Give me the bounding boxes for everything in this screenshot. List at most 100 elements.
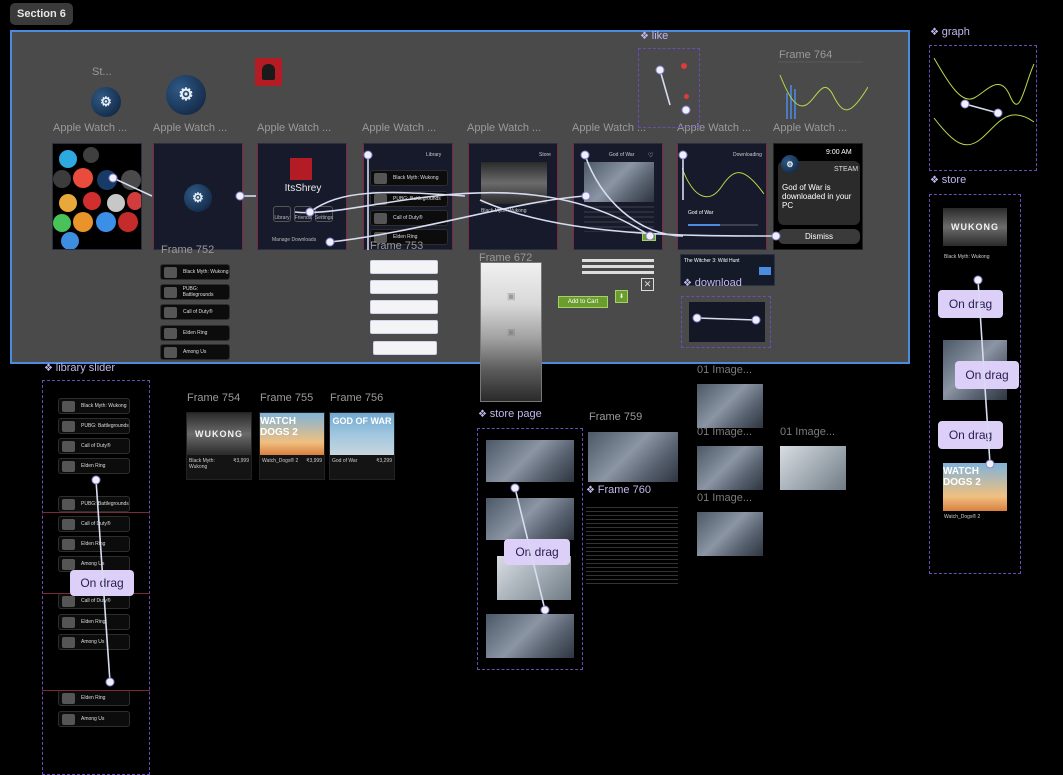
app-icon-6: [53, 214, 71, 232]
dismiss-button[interactable]: Dismiss: [778, 229, 860, 244]
slider-list-item[interactable]: Among Us: [58, 634, 130, 650]
game-icon: [374, 193, 387, 205]
on-drag-label[interactable]: On drag: [504, 539, 570, 565]
add-to-cart-button[interactable]: Add to Cart: [558, 296, 608, 308]
like-component[interactable]: [638, 48, 700, 128]
slider-item-label: Elden Ring: [81, 463, 106, 469]
graph-preview-svg: [778, 61, 869, 119]
witcher-action-button[interactable]: [759, 267, 771, 275]
friends-button[interactable]: Friends: [294, 206, 312, 222]
slider-item-label: Elden Ring: [81, 541, 106, 547]
store-hero-image[interactable]: [481, 162, 547, 204]
frame-752-label: Frame 752: [161, 244, 215, 256]
watch-label-3: Apple Watch ...: [257, 122, 332, 134]
slider-item-label: PUBG: Battlegrounds: [81, 423, 129, 429]
image-label-2: 01 Image...: [697, 426, 753, 438]
download-component-label: download: [683, 277, 742, 289]
frame-760-text: [586, 504, 678, 586]
notification-screen[interactable]: 9:00 AM ⚙ STEAM God of War is downloaded…: [773, 143, 863, 250]
image-thumb-2: [697, 446, 763, 490]
image-label-3: 01 Image...: [780, 426, 836, 438]
slider-list-item[interactable]: PUBG: Battlegrounds: [58, 496, 130, 512]
library-item-label: Black Myth: Wukong: [393, 175, 439, 181]
game-card[interactable]: WATCH DOGS 2 Watch_Dogs® 2 ₹3,999: [259, 412, 325, 480]
slider-item-label: Elden Ring: [81, 619, 106, 625]
slider-list-item[interactable]: Elden Ring: [58, 690, 130, 706]
slider-list-item[interactable]: Elden Ring: [58, 536, 130, 552]
st-label: St...: [92, 66, 112, 78]
library-button[interactable]: Library: [273, 206, 291, 222]
download-game: God of War: [688, 210, 714, 216]
app-icon-3: [83, 192, 101, 210]
slider-list-item[interactable]: Call of Duty®: [58, 516, 130, 532]
game-icon: [374, 172, 387, 184]
slider-list-item[interactable]: Black Myth: Wukong: [58, 398, 130, 414]
detail-hero-image: [584, 162, 654, 202]
manage-downloads-link[interactable]: Manage Downloads: [272, 237, 316, 243]
library-item[interactable]: Call of Duty®: [370, 210, 448, 226]
on-drag-label[interactable]: On drag: [70, 570, 134, 596]
profile-screen[interactable]: ItsShrey Library Friends Settings Manage…: [257, 143, 347, 250]
library-item-label: PUBG: Battlegrounds: [393, 196, 441, 202]
frame752-item[interactable]: Among Us: [160, 344, 230, 360]
game-icon: [164, 306, 177, 318]
game-card[interactable]: GOD OF WAR God of War ₹3,299: [329, 412, 395, 480]
game-icon: [164, 346, 177, 358]
witcher-title: The Witcher 3: Wild Hunt: [684, 258, 740, 264]
frame752-item[interactable]: Call of Duty®: [160, 304, 230, 320]
frame752-item[interactable]: PUBG: Battlegrounds: [160, 284, 230, 300]
slider-list-item[interactable]: PUBG: Battlegrounds: [58, 418, 130, 434]
notification-card: ⚙ STEAM God of War is downloaded in your…: [778, 155, 860, 225]
frame752-item-label: Elden Ring: [183, 330, 208, 336]
slider-item-label: Among Us: [81, 561, 105, 567]
on-drag-label[interactable]: On drag: [955, 361, 1019, 389]
slider-list-item[interactable]: Call of Duty®: [58, 438, 130, 454]
watch-home-screen[interactable]: [52, 143, 142, 250]
store-screen[interactable]: Store Black Myth: Wukong: [468, 143, 558, 250]
download-mini-button[interactable]: ⬇: [615, 290, 628, 303]
frame-759-label: Frame 759: [589, 411, 643, 423]
game-detail-screen[interactable]: God of War ♡: [573, 143, 663, 250]
download-screen[interactable]: Downloading God of War: [677, 143, 767, 250]
on-drag-label[interactable]: On drag: [938, 290, 1003, 318]
game-card-title: Black Myth: Wukong: [189, 458, 215, 470]
game-card[interactable]: WUKONG Black Myth: Wukong ₹3,999: [186, 412, 252, 480]
game-card-image: WATCH DOGS 2: [260, 413, 324, 455]
library-item[interactable]: PUBG: Battlegrounds: [370, 191, 448, 207]
like-icon[interactable]: ♡: [648, 152, 653, 159]
like-component-label: like: [640, 30, 669, 42]
slider-list-item[interactable]: Among Us: [58, 711, 130, 727]
library-screen[interactable]: Library Black Myth: Wukong PUBG: Battleg…: [363, 143, 453, 250]
divider: [42, 690, 150, 691]
slider-list-item[interactable]: Elden Ring: [58, 614, 130, 630]
image-thumb-1: [697, 384, 763, 428]
cart-mini-button[interactable]: [642, 233, 656, 241]
game-icon: [62, 713, 75, 725]
slider-list-item[interactable]: Elden Ring: [58, 458, 130, 474]
settings-button[interactable]: Settings: [315, 206, 333, 222]
game-icon: [62, 692, 75, 704]
on-drag-label[interactable]: On drag: [938, 421, 1003, 449]
game-icon: [62, 460, 75, 472]
profile-name: ItsShrey: [284, 183, 322, 194]
app-icon-7: [73, 212, 93, 232]
slider-item-label: Call of Duty®: [81, 598, 111, 604]
frame752-item[interactable]: Black Myth: Wukong: [160, 264, 230, 280]
slider-item-label: Among Us: [81, 716, 105, 722]
app-icon-2: [59, 194, 77, 212]
cnn-icon: [118, 212, 138, 232]
splash-screen[interactable]: ⚙: [153, 143, 243, 250]
frame752-item[interactable]: Elden Ring: [160, 325, 230, 341]
frame752-item-label: Black Myth: Wukong: [183, 269, 229, 275]
store-card-title: Black Myth: Wukong: [944, 254, 990, 260]
section-tag[interactable]: Section 6: [10, 3, 73, 25]
game-icon: [62, 558, 75, 570]
graph-component[interactable]: [929, 45, 1037, 171]
wire-row: [370, 260, 438, 274]
game-icon: [62, 498, 75, 510]
frame-764-graph: [778, 55, 869, 125]
close-icon[interactable]: ✕: [641, 278, 654, 291]
frame-672-placeholder: ▣ ▣: [480, 262, 542, 402]
game-card-price: ₹3,999: [306, 458, 322, 464]
library-item[interactable]: Black Myth: Wukong: [370, 170, 448, 186]
